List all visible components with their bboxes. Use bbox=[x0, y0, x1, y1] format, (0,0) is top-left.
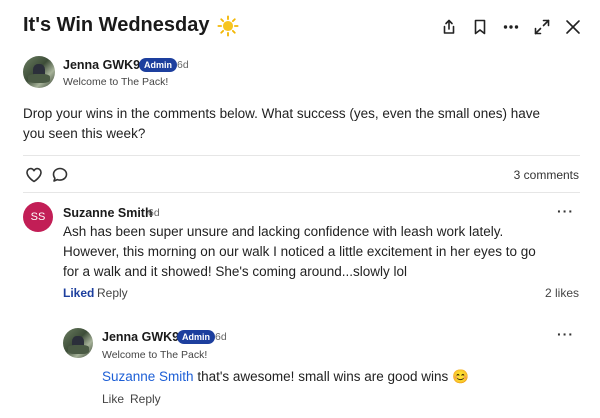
more-icon[interactable] bbox=[495, 16, 526, 38]
post-title-text: It's Win Wednesday bbox=[23, 14, 210, 36]
like-count[interactable]: 2 likes bbox=[545, 286, 579, 300]
reply-author[interactable]: Jenna GWK9 bbox=[102, 330, 179, 344]
reply-button[interactable]: Reply bbox=[97, 286, 128, 300]
comment-author[interactable]: Suzanne Smith bbox=[63, 206, 153, 220]
liked-button[interactable]: Liked bbox=[63, 286, 94, 300]
author-subtitle: Welcome to The Pack! bbox=[102, 349, 208, 361]
bookmark-icon[interactable] bbox=[464, 16, 495, 38]
close-icon[interactable] bbox=[557, 16, 588, 38]
mention-link[interactable]: Suzanne Smith bbox=[102, 369, 194, 384]
share-icon[interactable] bbox=[433, 16, 464, 38]
post-body: Drop your wins in the comments below. Wh… bbox=[23, 106, 540, 141]
reply-button[interactable]: Reply bbox=[130, 392, 161, 406]
reply-time: 6d bbox=[215, 331, 227, 343]
avatar[interactable] bbox=[23, 56, 55, 88]
comment-more-icon[interactable]: ··· bbox=[557, 203, 574, 219]
admin-badge: Admin bbox=[139, 58, 177, 72]
reply-text-body: that's awesome! small wins are good wins… bbox=[193, 369, 469, 384]
comment-text: Ash has been super unsure and lacking co… bbox=[63, 224, 536, 279]
reply-more-icon[interactable]: ··· bbox=[557, 326, 574, 342]
like-button[interactable]: Like bbox=[102, 392, 124, 406]
reply-text: Suzanne Smith that's awesome! small wins… bbox=[102, 367, 562, 387]
expand-icon[interactable] bbox=[526, 16, 557, 38]
sun-icon bbox=[217, 14, 240, 37]
post-title: It's Win Wednesday bbox=[23, 14, 240, 37]
divider bbox=[23, 155, 580, 156]
post-toolbar bbox=[433, 16, 588, 38]
post-time: 6d bbox=[177, 59, 189, 71]
author-subtitle: Welcome to The Pack! bbox=[63, 76, 169, 88]
divider bbox=[23, 192, 580, 193]
admin-badge: Admin bbox=[177, 330, 215, 344]
comment-icon[interactable] bbox=[51, 166, 69, 184]
comment-count[interactable]: 3 comments bbox=[514, 168, 579, 182]
avatar[interactable]: SS bbox=[23, 202, 53, 232]
comment-time: 6d bbox=[148, 207, 160, 219]
heart-icon[interactable] bbox=[25, 166, 43, 184]
avatar[interactable] bbox=[63, 328, 93, 358]
author-name[interactable]: Jenna GWK9 bbox=[63, 58, 140, 72]
